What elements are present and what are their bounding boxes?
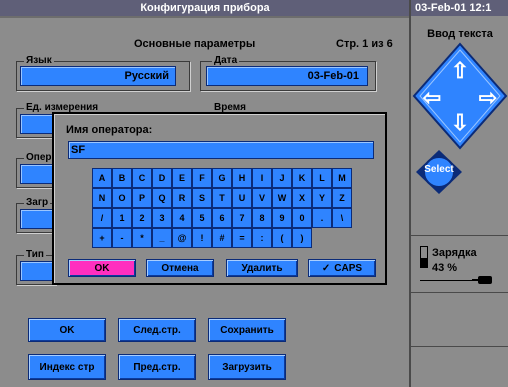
operator-name-value: SF [71, 144, 86, 156]
select-button[interactable]: Select [414, 164, 464, 175]
arrow-right-icon[interactable]: ⇨ [476, 87, 500, 109]
key-2-12[interactable]: \ [332, 208, 352, 228]
key-3-3[interactable]: _ [152, 228, 172, 248]
key-0-1[interactable]: B [112, 168, 132, 188]
operator-label: Опер [24, 152, 54, 163]
text-entry-dialog: Имя оператора: SF ABCDEFGHIJKLM NOPQRSTUV… [52, 112, 387, 285]
key-2-5[interactable]: 5 [192, 208, 212, 228]
key-1-9[interactable]: W [272, 188, 292, 208]
ok-button[interactable]: OK [28, 318, 106, 342]
key-2-8[interactable]: 8 [252, 208, 272, 228]
datetime-display: 03-Feb-01 12:1 [411, 0, 508, 16]
next-page-button[interactable]: След.стр. [118, 318, 196, 342]
arrow-left-icon[interactable]: ⇦ [420, 87, 444, 109]
key-1-10[interactable]: X [292, 188, 312, 208]
battery-baseline [420, 280, 476, 281]
keyboard: A B C D E F G H I J K L M N O P Q R S T U V W X Y Z /1 2 3 4 5 6 7 8 9 0. \ +… [92, 168, 352, 248]
side-panel-title: Ввод текста [427, 28, 493, 40]
key-3-6[interactable]: # [212, 228, 232, 248]
power-plug-icon [478, 276, 492, 284]
dialog-prompt: Имя оператора: [66, 124, 153, 136]
page-index-button[interactable]: Индекс стр [28, 354, 106, 380]
language-label: Язык [24, 55, 54, 66]
date-field[interactable]: 03-Feb-01 [206, 66, 368, 86]
panel-divider [409, 0, 411, 387]
key-3-9[interactable]: ( [272, 228, 292, 248]
key-2-3[interactable]: 3 [152, 208, 172, 228]
key-0-10[interactable]: K [292, 168, 312, 188]
key-0-12[interactable]: M [332, 168, 352, 188]
battery-percent: 43 % [432, 262, 458, 274]
prev-page-button[interactable]: Пред.стр. [118, 354, 196, 380]
date-label: Дата [212, 55, 240, 66]
key-3-1[interactable]: - [112, 228, 132, 248]
key-1-1[interactable]: O [112, 188, 132, 208]
key-3-2[interactable]: * [132, 228, 152, 248]
key-3-10[interactable]: ) [292, 228, 312, 248]
key-1-6[interactable]: T [212, 188, 232, 208]
key-0-0[interactable]: A [92, 168, 112, 188]
load-label: Загр [24, 197, 51, 208]
battery-label: Зарядка [432, 247, 477, 259]
language-value: Русский [124, 70, 169, 82]
date-value: 03-Feb-01 [307, 70, 359, 82]
key-1-3[interactable]: Q [152, 188, 172, 208]
caps-label: CAPS [334, 262, 363, 274]
key-2-6[interactable]: 6 [212, 208, 232, 228]
type-label: Тип [24, 249, 46, 260]
key-0-2[interactable]: C [132, 168, 152, 188]
key-0-4[interactable]: E [172, 168, 192, 188]
key-1-7[interactable]: U [232, 188, 252, 208]
power-plug-prong [472, 279, 478, 281]
key-3-5[interactable]: ! [192, 228, 212, 248]
key-2-9[interactable]: 9 [272, 208, 292, 228]
key-3-7[interactable]: = [232, 228, 252, 248]
window-title: Конфигурация прибора [0, 0, 410, 16]
caps-toggle[interactable]: ✓ CAPS [308, 259, 376, 277]
arrow-up-icon[interactable]: ⇧ [449, 60, 471, 82]
battery-fill [421, 258, 427, 267]
arrow-down-icon[interactable]: ⇩ [449, 112, 471, 134]
key-3-0[interactable]: + [92, 228, 112, 248]
key-3-4[interactable]: @ [172, 228, 192, 248]
side-divider-1 [411, 235, 508, 236]
key-0-9[interactable]: J [272, 168, 292, 188]
key-2-2[interactable]: 2 [132, 208, 152, 228]
key-2-0[interactable]: / [92, 208, 112, 228]
key-0-5[interactable]: F [192, 168, 212, 188]
save-button[interactable]: Сохранить [208, 318, 286, 342]
key-1-4[interactable]: R [172, 188, 192, 208]
key-2-11[interactable]: . [312, 208, 332, 228]
battery-icon [420, 246, 428, 268]
key-0-6[interactable]: G [212, 168, 232, 188]
load-button[interactable]: Загрузить [208, 354, 286, 380]
key-1-11[interactable]: Y [312, 188, 332, 208]
dialog-ok-button[interactable]: OK [68, 259, 136, 277]
dialog-cancel-button[interactable]: Отмена [146, 259, 214, 277]
title-divider [0, 16, 409, 18]
key-0-11[interactable]: L [312, 168, 332, 188]
section-title: Основные параметры [134, 38, 256, 50]
language-field[interactable]: Русский [20, 66, 176, 86]
key-1-12[interactable]: Z [332, 188, 352, 208]
key-2-4[interactable]: 4 [172, 208, 192, 228]
key-1-8[interactable]: V [252, 188, 272, 208]
side-divider-2 [411, 292, 508, 293]
operator-name-input[interactable]: SF [68, 141, 374, 159]
key-2-1[interactable]: 1 [112, 208, 132, 228]
page-indicator: Стр. 1 из 6 [336, 38, 393, 50]
caps-check-icon: ✓ [321, 262, 331, 274]
key-1-5[interactable]: S [192, 188, 212, 208]
side-divider-3 [411, 346, 508, 347]
key-2-10[interactable]: 0 [292, 208, 312, 228]
key-1-0[interactable]: N [92, 188, 112, 208]
key-0-7[interactable]: H [232, 168, 252, 188]
key-1-2[interactable]: P [132, 188, 152, 208]
key-0-3[interactable]: D [152, 168, 172, 188]
key-2-7[interactable]: 7 [232, 208, 252, 228]
key-0-8[interactable]: I [252, 168, 272, 188]
dialog-delete-button[interactable]: Удалить [226, 259, 298, 277]
key-3-8[interactable]: : [252, 228, 272, 248]
